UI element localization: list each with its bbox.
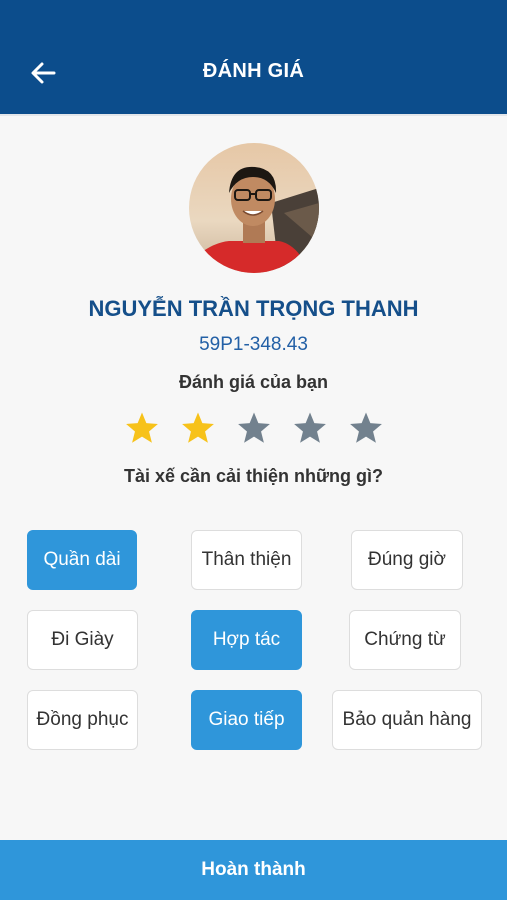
star-icon[interactable]	[174, 405, 222, 451]
tag-chip[interactable]: Hợp tác	[191, 610, 302, 670]
star-icon[interactable]	[118, 405, 166, 451]
tag-chip[interactable]: Thân thiện	[191, 530, 302, 590]
complete-button[interactable]: Hoàn thành	[0, 840, 507, 900]
tag-chip[interactable]: Đi Giày	[27, 610, 138, 670]
star-icon[interactable]	[230, 405, 278, 451]
improve-question: Tài xế cần cải thiện những gì?	[123, 466, 384, 486]
star-icon[interactable]	[286, 405, 334, 451]
header-divider	[0, 114, 507, 116]
tag-chip[interactable]: Chứng từ	[349, 610, 461, 670]
tag-chip[interactable]: Bảo quản hàng	[332, 690, 482, 750]
driver-avatar	[189, 143, 319, 273]
license-plate: 59P1-348.43	[199, 334, 308, 355]
tag-chip[interactable]: Quần dài	[27, 530, 137, 590]
rating-label: Đánh giá của bạn	[178, 372, 329, 392]
tag-chip[interactable]: Giao tiếp	[191, 690, 302, 750]
star-icon[interactable]	[342, 405, 390, 451]
star-rating	[118, 405, 390, 451]
driver-name: NGUYỄN TRẦN TRỌNG THANH	[88, 296, 419, 321]
tag-chip[interactable]: Đồng phục	[27, 690, 138, 750]
tag-chip[interactable]: Đúng giờ	[351, 530, 463, 590]
app-header: ĐÁNH GIÁ	[0, 0, 507, 114]
page-title: ĐÁNH GIÁ	[202, 60, 305, 82]
